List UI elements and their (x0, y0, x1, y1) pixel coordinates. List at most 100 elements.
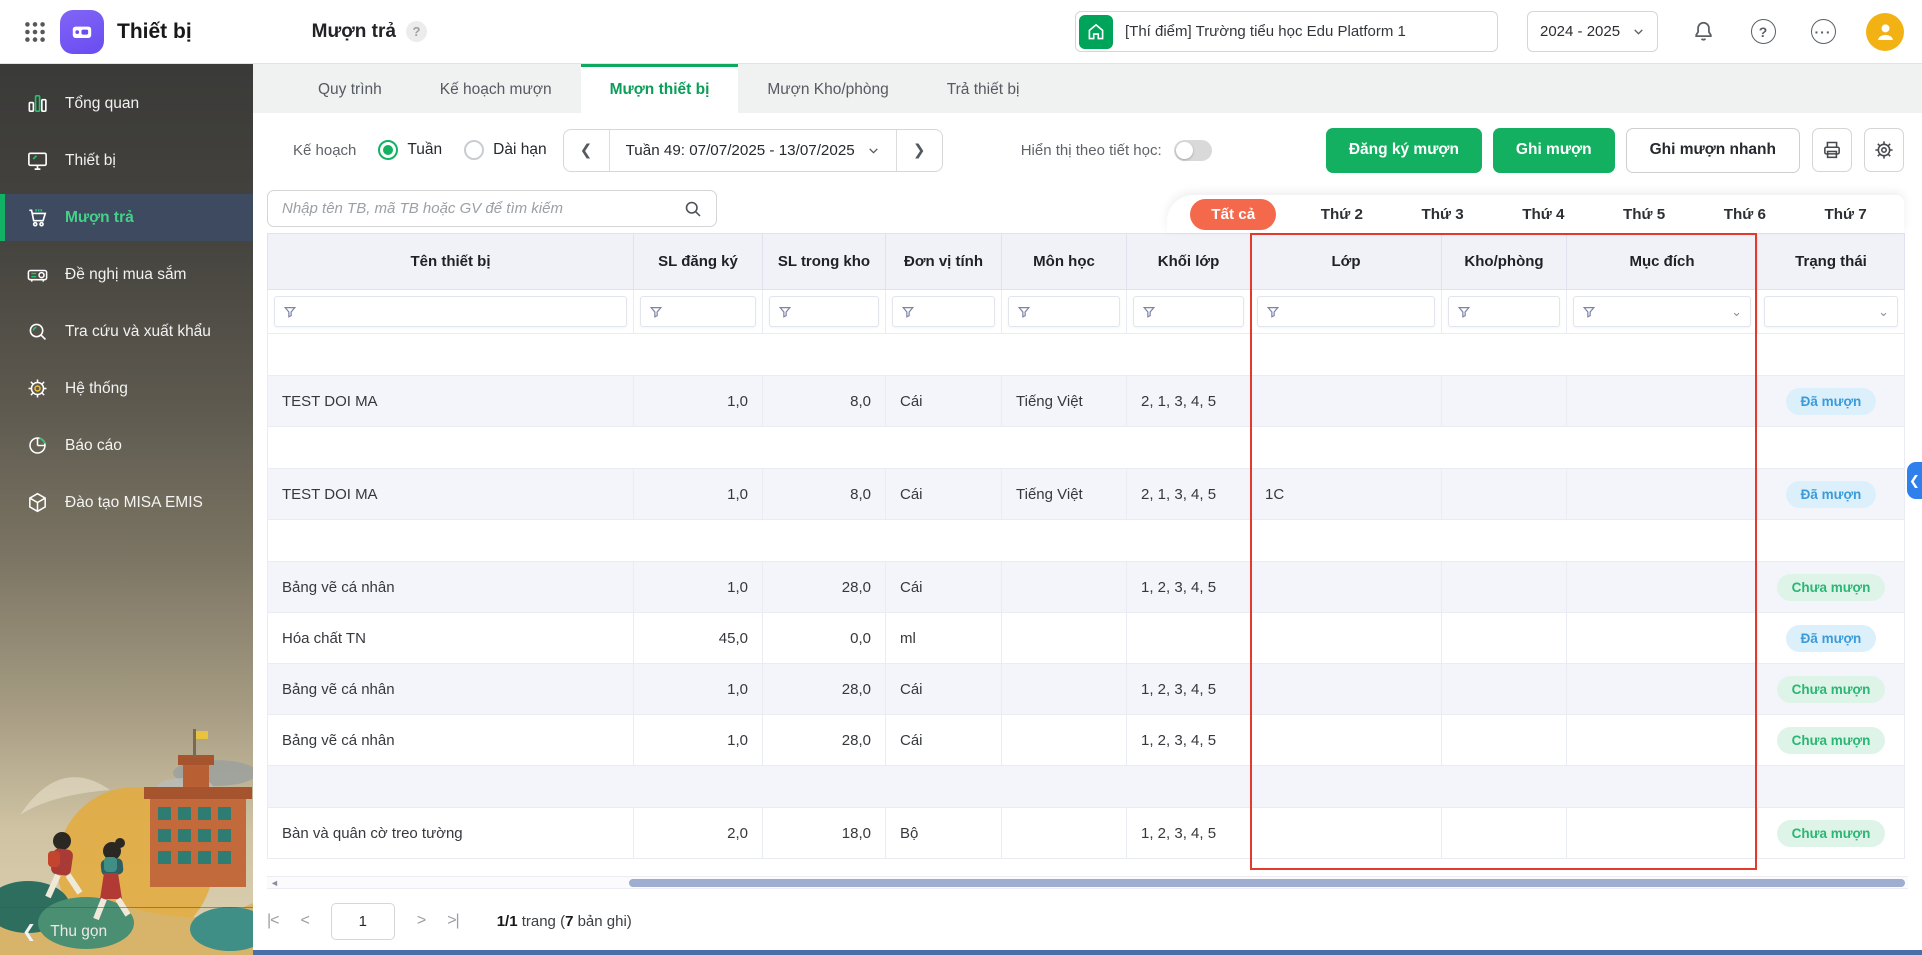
scroll-left-arrow-icon[interactable]: ◄ (270, 877, 279, 889)
print-button[interactable] (1812, 128, 1852, 172)
sidebar-item-muon-tra[interactable]: Mượn trả (0, 194, 253, 241)
page-help-icon[interactable]: ? (405, 21, 427, 42)
horizontal-scrollbar-thumb[interactable] (629, 879, 1905, 887)
table-row-empty (267, 765, 1905, 808)
sidebar-item-de-nghi-mua-sam[interactable]: Đề nghị mua sắm (0, 251, 253, 298)
tab-quy-trinh[interactable]: Quy trình (289, 64, 411, 113)
cell-status: Đã mượn (1757, 375, 1905, 427)
chevron-down-icon: ⌄ (1731, 303, 1742, 319)
column-header: SL đăng ký (633, 233, 763, 290)
notification-bell-icon[interactable] (1688, 17, 1718, 47)
column-header: Mục đích (1566, 233, 1758, 290)
day-tab-tat-ca[interactable]: Tất cả (1190, 198, 1277, 230)
last-page-button[interactable]: >| (447, 912, 459, 930)
sidebar-item-tong-quan[interactable]: Tổng quan (0, 80, 253, 127)
tab-muon-kho-phong[interactable]: Mượn Kho/phòng (738, 64, 917, 113)
table-row[interactable]: Bảng vẽ cá nhân 1,0 28,0 Cái 1, 2, 3, 4, 5 Ch… (267, 714, 1905, 766)
more-options-icon[interactable]: ··· (1808, 17, 1838, 47)
record-borrow-button[interactable]: Ghi mượn (1492, 127, 1615, 173)
cell: 18,0 (762, 807, 886, 859)
column-header: Đơn vị tính (885, 233, 1002, 290)
table-row[interactable]: Hóa chất TN 45,0 0,0 ml Đã mượn (267, 612, 1905, 664)
school-year-selector[interactable]: 2024 - 2025 (1527, 11, 1658, 52)
app-grid-icon[interactable] (20, 17, 50, 47)
sidebar-item-label: Đào tạo MISA EMIS (65, 493, 203, 511)
search-icon (24, 319, 50, 345)
school-selector[interactable]: [Thí điểm] Trường tiểu học Edu Platform … (1075, 11, 1498, 52)
column-filter[interactable] (1008, 296, 1120, 327)
cell: 1C (1250, 468, 1442, 520)
sidebar-item-bao-cao[interactable]: Báo cáo (0, 422, 253, 469)
cell: 8,0 (762, 468, 886, 520)
sidebar-item-tra-cuu-va-xuat-khau[interactable]: Tra cứu và xuất khẩu (0, 308, 253, 355)
cube-icon (24, 490, 50, 516)
cell (1250, 375, 1442, 427)
column-filter[interactable] (640, 296, 756, 327)
next-page-button[interactable]: > (417, 912, 426, 930)
week-next-button[interactable]: ❯ (897, 130, 942, 171)
filter-icon (1142, 306, 1156, 318)
sidebar-item-he-thong[interactable]: Hệ thống (0, 365, 253, 412)
sidebar-collapse-button[interactable]: ❮ Thu gọn (0, 907, 253, 955)
register-borrow-button[interactable]: Đăng ký mượn (1325, 127, 1482, 173)
sidebar-item-thiet-bi[interactable]: Thiết bị (0, 137, 253, 184)
cell: TEST DOI MA (267, 375, 634, 427)
toolbar-actions: Đăng ký mượn Ghi mượn Ghi mượn nhanh (1315, 127, 1904, 173)
help-circle-icon[interactable]: ? (1748, 17, 1778, 47)
cell: 1,0 (633, 714, 763, 766)
column-filter[interactable]: ⌄ (1573, 296, 1751, 327)
horizontal-scrollbar: ◄ (267, 876, 1908, 889)
column-filter[interactable] (769, 296, 879, 327)
column-filter[interactable] (1257, 296, 1435, 327)
search-input[interactable] (268, 200, 683, 217)
cell: Cái (885, 561, 1002, 613)
cell: Bộ (885, 807, 1002, 859)
tab-muon-thiet-bi[interactable]: Mượn thiết bị (580, 64, 739, 113)
first-page-button[interactable]: |< (267, 912, 279, 930)
column-filter[interactable] (1448, 296, 1560, 327)
prev-page-button[interactable]: < (301, 912, 310, 930)
table-row[interactable]: Bảng vẽ cá nhân 1,0 28,0 Cái 1, 2, 3, 4, 5 Ch… (267, 561, 1905, 613)
gear-icon (24, 376, 50, 402)
cell (1250, 807, 1442, 859)
tab-tra-thiet-bi[interactable]: Trả thiết bị (918, 64, 1049, 113)
radio-week[interactable]: Tuần (378, 140, 442, 160)
day-tab-thu-4[interactable]: Thứ 4 (1508, 199, 1578, 230)
column-filter[interactable]: ⌄ (1764, 296, 1898, 327)
day-tab-thu-2[interactable]: Thứ 2 (1307, 199, 1377, 230)
quick-borrow-button[interactable]: Ghi mượn nhanh (1625, 127, 1800, 173)
table-settings-button[interactable] (1864, 128, 1904, 172)
status-badge: Chưa mượn (1776, 573, 1886, 601)
cell: 1,0 (633, 468, 763, 520)
filter-icon (1017, 306, 1031, 318)
side-panel-expand-tab[interactable]: ❮ (1907, 462, 1922, 499)
table-row[interactable]: TEST DOI MA 1,0 8,0 Cái Tiếng Việt 2, 1, 3, 4… (267, 468, 1905, 520)
filter-icon (778, 306, 792, 318)
table-row[interactable]: Bàn và quân cờ treo tường 2,0 18,0 Bộ 1, 2, … (267, 807, 1905, 859)
user-avatar[interactable] (1866, 12, 1904, 51)
cart-icon (24, 205, 50, 231)
table-row[interactable]: Bảng vẽ cá nhân 1,0 28,0 Cái 1, 2, 3, 4, 5 Ch… (267, 663, 1905, 715)
day-tab-thu-6[interactable]: Thứ 6 (1710, 199, 1780, 230)
week-picker: ❮ Tuần 49: 07/07/2025 - 13/07/2025 ❯ (562, 128, 943, 172)
page-number-input[interactable]: 1 (330, 902, 395, 940)
sidebar-item-dao-tao-misa-emis[interactable]: Đào tạo MISA EMIS (0, 479, 253, 526)
week-select[interactable]: Tuần 49: 07/07/2025 - 13/07/2025 (608, 129, 897, 171)
column-filter[interactable] (274, 296, 627, 327)
cell (1250, 714, 1442, 766)
radio-longterm[interactable]: Dài hạn (464, 140, 547, 160)
day-tab-thu-7[interactable]: Thứ 7 (1810, 199, 1880, 230)
app-header: Thiết bị Mượn trả ? [Thí điểm] Trường ti… (0, 0, 1922, 64)
tab-ke-hoach-muon[interactable]: Kế hoạch mượn (411, 64, 581, 113)
column-header: Môn học (1001, 233, 1127, 290)
column-filter[interactable] (892, 296, 995, 327)
status-badge: Chưa mượn (1776, 819, 1886, 847)
day-tab-thu-3[interactable]: Thứ 3 (1407, 199, 1477, 230)
week-prev-button[interactable]: ❮ (564, 130, 609, 171)
table-row[interactable]: TEST DOI MA 1,0 8,0 Cái Tiếng Việt 2, 1, 3, 4… (267, 375, 1905, 427)
column-filter[interactable] (1133, 296, 1244, 327)
chevron-left-icon: ❮ (22, 921, 37, 941)
day-tab-thu-5[interactable]: Thứ 5 (1609, 199, 1679, 230)
column-header: Kho/phòng (1441, 233, 1567, 290)
lesson-toggle[interactable] (1173, 139, 1212, 161)
